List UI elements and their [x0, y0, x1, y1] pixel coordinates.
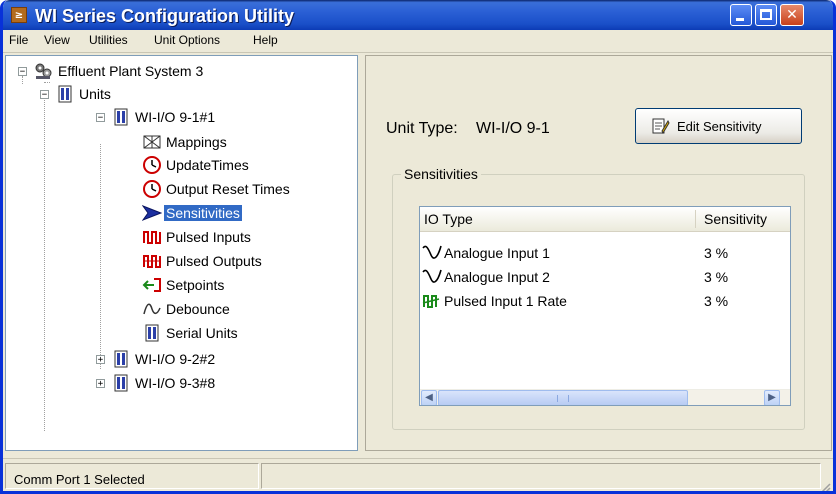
tree-label: Output Reset Times [166, 181, 290, 197]
analogue-wave-icon [422, 245, 442, 259]
list-row[interactable]: Analogue Input 1 3 % [420, 241, 790, 265]
collapse-icon[interactable]: − [40, 90, 49, 100]
collapse-icon[interactable]: − [18, 67, 27, 77]
column-header-sensitivity[interactable]: Sensitivity [704, 211, 767, 227]
tree-label: WI-I/O 9-2#2 [135, 351, 216, 367]
io-unit-icon [114, 350, 128, 368]
app-window: ≥ WI Series Configuration Utility ✕ File… [0, 0, 836, 494]
sensitivity-list[interactable]: IO Type Sensitivity Analogue Input 1 3 %… [419, 206, 791, 406]
close-button[interactable]: ✕ [780, 4, 804, 26]
chevron-left-icon: ◀ [425, 392, 433, 403]
pulse-icon [143, 231, 161, 244]
pane-splitter[interactable] [358, 55, 364, 451]
tree-label: Pulsed Inputs [166, 229, 251, 245]
resize-grip-icon[interactable] [819, 481, 831, 493]
tree-label: UpdateTimes [166, 157, 249, 173]
tree-label: Setpoints [166, 277, 225, 293]
list-row[interactable]: Analogue Input 2 3 % [420, 265, 790, 289]
maximize-icon [760, 9, 772, 20]
minimize-button[interactable] [730, 4, 752, 26]
column-header-io-type[interactable]: IO Type [424, 211, 473, 227]
status-bar: Comm Port 1 Selected [3, 458, 833, 493]
tree-line [44, 96, 45, 431]
menu-help[interactable]: Help [253, 33, 278, 47]
menu-bar: File View Utilities Unit Options Help [3, 30, 833, 53]
clock-icon [143, 180, 161, 198]
scrollbar-thumb[interactable] [438, 390, 688, 405]
title-bar[interactable]: ≥ WI Series Configuration Utility ✕ [3, 0, 833, 30]
minimize-icon [736, 18, 744, 21]
close-icon: ✕ [786, 7, 798, 23]
menu-file[interactable]: File [9, 33, 28, 47]
scroll-right-button[interactable]: ▶ [764, 390, 780, 405]
window-title: WI Series Configuration Utility [35, 6, 295, 26]
collapse-icon[interactable]: − [96, 113, 105, 123]
mappings-icon [143, 135, 161, 149]
edit-sensitivity-label: Edit Sensitivity [677, 119, 762, 134]
horizontal-scrollbar[interactable]: ◀ ▶ [420, 389, 790, 405]
expand-icon[interactable]: + [96, 355, 105, 365]
tree-label: Sensitivities [163, 204, 243, 222]
sensitivity-cell: 3 % [704, 269, 729, 285]
menu-utilities[interactable]: Utilities [89, 33, 128, 47]
list-header: IO Type Sensitivity [420, 207, 790, 232]
io-type-cell: Analogue Input 1 [444, 245, 550, 261]
unit-type-label: Unit Type: [386, 120, 458, 137]
menu-view[interactable]: View [44, 33, 70, 47]
units-icon [58, 85, 72, 103]
sensitivity-cell: 3 % [704, 293, 729, 309]
scroll-left-button[interactable]: ◀ [421, 390, 437, 405]
io-unit-icon [114, 374, 128, 392]
plant-system-icon [35, 63, 52, 79]
maximize-button[interactable] [755, 4, 777, 26]
clock-icon [143, 156, 161, 174]
serial-unit-icon [145, 324, 159, 342]
list-row[interactable]: Pulsed Input 1 Rate 3 % [420, 289, 790, 313]
menu-unit-options[interactable]: Unit Options [154, 33, 220, 47]
tree-line [44, 82, 50, 83]
pulsed-rate-icon [422, 295, 440, 308]
io-type-cell: Analogue Input 2 [444, 269, 550, 285]
tree-label: WI-I/O 9-1#1 [135, 109, 216, 125]
tree-label: Serial Units [166, 325, 238, 341]
setpoints-icon [142, 278, 161, 292]
edit-document-icon [652, 118, 670, 135]
tree-label: Debounce [166, 301, 230, 317]
tree-label: Effluent Plant System 3 [58, 63, 204, 79]
tree-label: Mappings [166, 134, 227, 150]
tree-label: WI-I/O 9-3#8 [135, 375, 216, 391]
column-divider[interactable] [695, 210, 696, 228]
io-unit-icon [114, 108, 128, 126]
grip-icon [557, 395, 569, 402]
debounce-icon [143, 303, 161, 315]
io-type-cell: Pulsed Input 1 Rate [444, 293, 567, 309]
status-panel: Comm Port 1 Selected [5, 463, 259, 489]
pulse-output-icon [143, 255, 161, 268]
tree-line [22, 76, 23, 84]
chevron-right-icon: ▶ [768, 392, 776, 403]
expand-icon[interactable]: + [96, 379, 105, 389]
sensitivity-cell: 3 % [704, 245, 729, 261]
analogue-wave-icon [422, 269, 442, 283]
status-text: Comm Port 1 Selected [14, 472, 145, 487]
status-panel-empty [261, 463, 821, 489]
tree-line [100, 144, 101, 369]
tree-view[interactable]: − Effluent Plant System 3 − Units − WI-I… [5, 55, 358, 451]
edit-sensitivity-button[interactable]: Edit Sensitivity [635, 108, 802, 144]
tree-label: Pulsed Outputs [166, 253, 262, 269]
tree-label: Units [79, 86, 111, 102]
group-title: Sensitivities [401, 166, 481, 182]
unit-type-value: WI-I/O 9-1 [476, 120, 550, 137]
app-icon[interactable]: ≥ [11, 7, 27, 23]
detail-pane: Unit Type: WI-I/O 9-1 Edit Sensitivity S… [365, 55, 832, 451]
sensitivity-arrow-icon [142, 205, 162, 221]
